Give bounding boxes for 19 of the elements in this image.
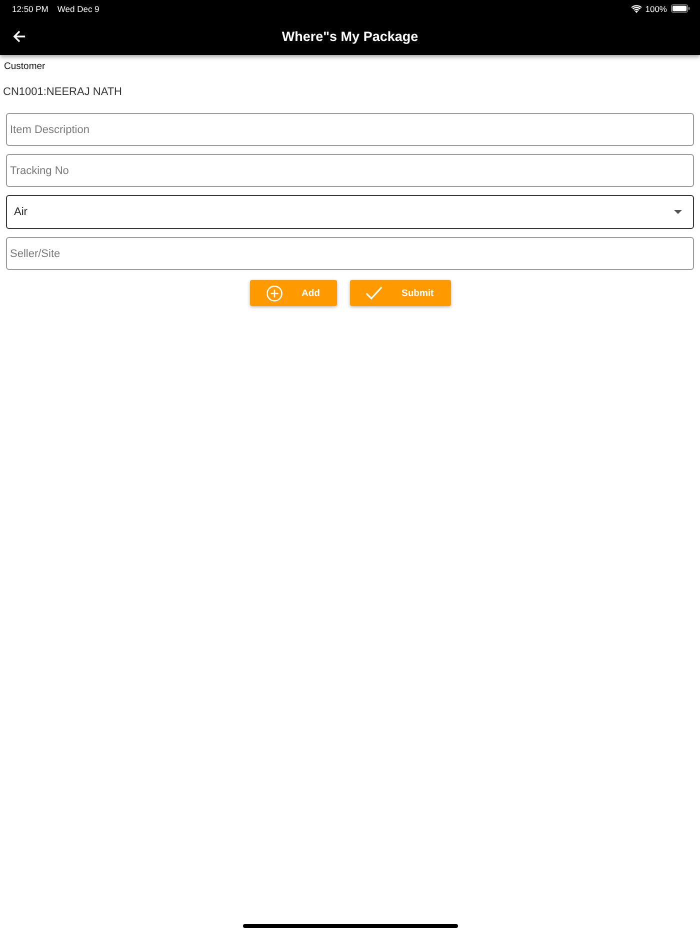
input-field[interactable]: Item Description	[6, 113, 694, 146]
screen-title: Where"s My Package	[282, 28, 418, 44]
input-field[interactable]: Seller/Site	[6, 237, 694, 270]
customer-value: CN1001:NEERAJ NATH	[3, 86, 122, 98]
status-date: Wed Dec 9	[57, 4, 100, 14]
dropdown[interactable]: Air	[6, 195, 694, 229]
submit-button[interactable]: Submit	[350, 280, 450, 306]
customer-label: Customer	[4, 61, 46, 72]
caret-icon	[674, 210, 682, 214]
wifi-icon	[631, 4, 642, 12]
back-button[interactable]	[13, 30, 26, 42]
checkmark-icon	[364, 284, 382, 302]
status-time: 12:50 PM	[12, 4, 48, 14]
back-arrow-icon	[13, 30, 26, 42]
plus-circle-icon	[266, 284, 282, 302]
input-field[interactable]: Tracking No	[6, 154, 694, 187]
battery-icon	[671, 4, 690, 13]
add-button[interactable]: Add	[250, 280, 336, 306]
battery-percent: 100%	[645, 4, 667, 14]
